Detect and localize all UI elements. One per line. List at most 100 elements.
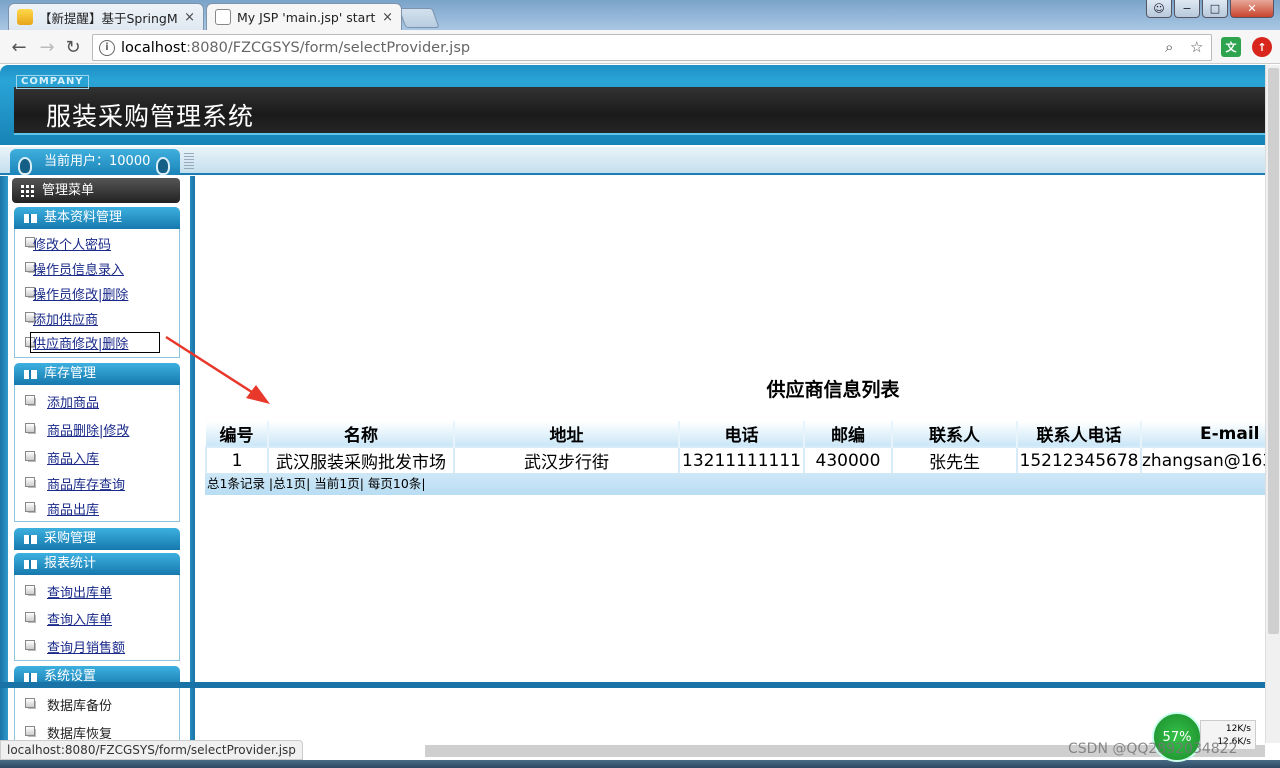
browser-window: 【新提醒】基于SpringM × My JSP 'main.jsp' start… [0,0,1280,768]
table-cell: 430000 [803,446,893,475]
tab-main-jsp[interactable]: My JSP 'main.jsp' starti × [206,3,402,30]
section-purchase[interactable]: 采购管理 [14,528,180,550]
column-header: 名称 [268,421,455,447]
section-reports[interactable]: 报表统计 [14,553,180,575]
zoom-icon[interactable]: ⌕ [1165,38,1173,56]
web-page: COMPANY 服装采购管理系统 当前用户：10000 管理菜单 基本资料管理 [0,65,1265,743]
url-path: :8080/FZCGSYS/form/selectProvider.jsp [186,39,471,56]
item-bullet-icon [25,423,35,433]
column-header: 邮编 [804,421,893,447]
column-header: 联系人 [892,421,1018,447]
close-window-button[interactable]: ✕ [1230,0,1274,18]
table-cell: 1 [205,446,269,475]
bookmark-star-icon[interactable]: ☆ [1190,38,1203,56]
page-title: 供应商信息列表 [766,379,900,401]
section-title: 基本资料管理 [44,210,123,225]
link-db-backup[interactable]: 数据库备份 [47,695,112,714]
header-banner: COMPANY 服装采购管理系统 [0,65,1265,145]
link-stock-query[interactable]: 商品库存查询 [47,474,125,493]
item-bullet-icon [25,698,35,708]
system-title: 服装采购管理系统 [46,102,255,131]
extension-icon[interactable]: ↑ [1252,37,1272,57]
minimize-button[interactable]: − [1174,0,1200,18]
tab-close-icon[interactable]: × [382,10,393,25]
tab-forum[interactable]: 【新提醒】基于SpringM × [8,3,204,30]
forward-arrow-icon[interactable]: → [34,34,60,60]
table-cell: 武汉服装采购批发市场 [267,446,455,475]
item-bullet-icon [25,726,35,736]
book-icon [24,535,37,544]
section-title: 库存管理 [44,366,97,381]
user-icon[interactable]: ☺ [1146,0,1172,18]
book-icon [24,214,37,223]
table-row[interactable]: 1 武汉服装采购批发市场 武汉步行街 13211111111 430000 张先… [205,446,1265,475]
column-header: 电话 [679,421,805,447]
table-cell: zhangsan@163 [1140,446,1265,475]
item-bullet-icon [25,502,35,512]
menu-header: 管理菜单 [12,178,180,203]
book-icon [24,370,37,379]
url-host: localhost [121,39,187,56]
site-info-icon[interactable]: i [99,39,115,56]
grid-menu-icon [21,185,35,197]
tab-main-jsp-label: My JSP 'main.jsp' starti [237,9,377,25]
tab-strip: 【新提醒】基于SpringM × My JSP 'main.jsp' start… [0,0,1280,30]
pin-icon [156,157,170,175]
item-bullet-icon [25,451,35,461]
link-change-password[interactable]: 修改个人密码 [33,234,111,253]
link-add-product[interactable]: 添加商品 [47,392,99,411]
column-header: 地址 [454,421,680,447]
browser-toolbar: ← → ↻ i localhost:8080/FZCGSYS/form/sele… [0,30,1280,64]
section-basic-data[interactable]: 基本资料管理 [14,207,180,229]
sidebar: 管理菜单 基本资料管理 修改个人密码 操作员信息录入 操作员修改|删除 添加供应… [8,176,190,743]
item-bullet-icon [25,585,35,595]
column-header: 编号 [206,421,269,447]
vertical-scrollbar[interactable] [1265,65,1280,743]
item-bullet-icon [25,477,35,487]
current-user-text: 当前用户：10000 [44,154,151,169]
section-settings-body: 数据库备份 数据库恢复 [14,688,180,743]
link-inbound-query[interactable]: 查询入库单 [47,609,112,628]
frame-bottom-bar [0,682,1265,688]
page-favicon-icon [215,9,231,25]
upload-speed: 12K/s [1225,724,1251,734]
address-bar[interactable]: i localhost:8080/FZCGSYS/form/selectProv… [92,34,1212,61]
section-title: 采购管理 [44,531,97,546]
current-user-label: 当前用户：10000 [10,149,180,175]
section-inventory[interactable]: 库存管理 [14,363,180,385]
link-product-out[interactable]: 商品出库 [47,499,99,518]
taskbar [0,760,1280,768]
back-arrow-icon[interactable]: ← [6,34,32,60]
link-product-in[interactable]: 商品入库 [47,448,99,467]
translate-extension-icon[interactable]: 文 [1221,37,1241,57]
tab-close-icon[interactable]: × [184,10,195,25]
item-bullet-icon [25,612,35,622]
user-bar: 当前用户：10000 [0,147,1265,175]
status-bar: localhost:8080/FZCGSYS/form/selectProvid… [0,740,303,760]
section-basic-data-body: 修改个人密码 操作员信息录入 操作员修改|删除 添加供应商 供应商修改|删除 [14,229,180,358]
table-header-row: 编号 名称 地址 电话 邮编 联系人 联系人电话 E-mail [206,421,1265,447]
link-outbound-query[interactable]: 查询出库单 [47,582,112,601]
maximize-button[interactable]: □ [1202,0,1228,18]
splitter-grip[interactable] [184,153,194,169]
reload-icon[interactable]: ↻ [60,34,86,60]
section-inventory-body: 添加商品 商品删除|修改 商品入库 商品库存查询 商品出库 [14,385,180,522]
link-operator-entry[interactable]: 操作员信息录入 [33,259,124,278]
new-tab-button[interactable] [398,8,440,28]
forum-favicon-icon [17,9,33,25]
pin-icon [18,157,32,175]
section-reports-body: 查询出库单 查询入库单 查询月销售额 [14,575,180,661]
link-add-supplier[interactable]: 添加供应商 [33,309,98,328]
book-icon [24,673,37,682]
table-cell: 张先生 [891,446,1018,475]
scroll-thumb[interactable] [1268,68,1279,634]
menu-header-label: 管理菜单 [42,183,95,198]
item-bullet-icon [25,640,35,650]
link-monthly-sales[interactable]: 查询月销售额 [47,637,125,656]
link-supplier-edit[interactable]: 供应商修改|删除 [30,332,160,353]
column-header: 联系人电话 [1017,421,1142,447]
table-cell: 15212345678 [1016,446,1142,475]
pagination-bar: 总1条记录 |总1页| 当前1页| 每页10条| [205,473,1265,495]
link-product-edit[interactable]: 商品删除|修改 [47,420,129,439]
link-operator-edit[interactable]: 操作员修改|删除 [33,284,128,303]
